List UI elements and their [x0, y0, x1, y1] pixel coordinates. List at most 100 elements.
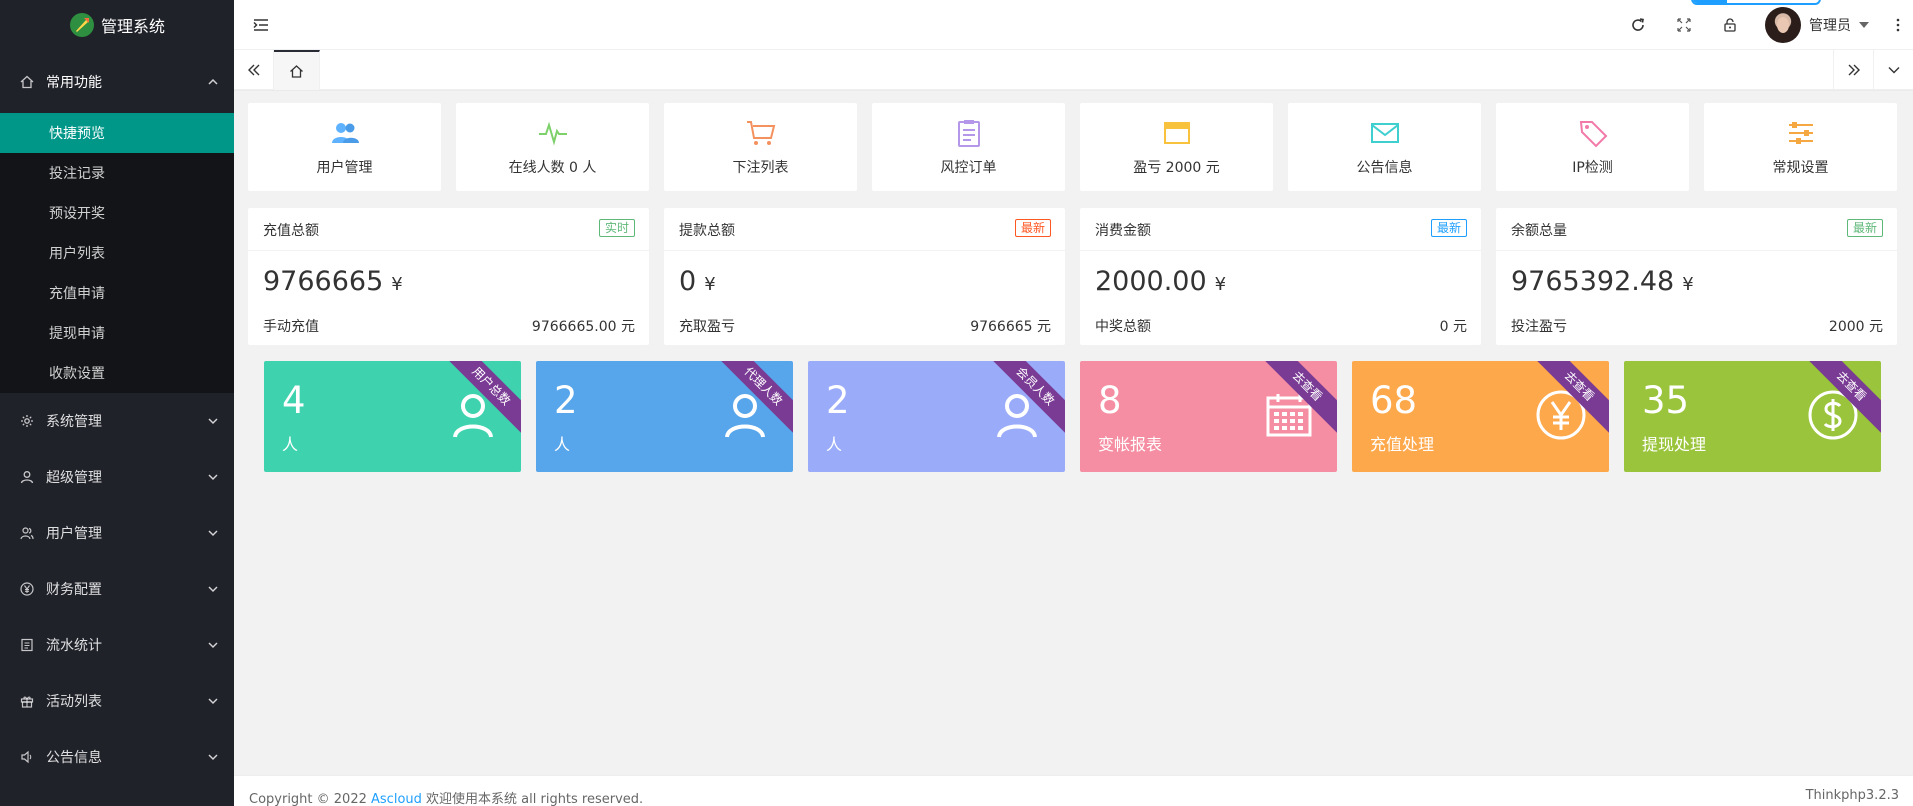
sidebar-item-recharge-requests[interactable]: 充值申请 [0, 273, 234, 313]
sidebar-item-payment-settings[interactable]: 收款设置 [0, 353, 234, 393]
brand-link[interactable]: Ascloud [371, 792, 422, 806]
stat-value-number: 9766665 [263, 266, 384, 297]
card-member-count[interactable]: 2 人 会员人数 [808, 361, 1065, 472]
sidebar: 管理系统 常用功能 快捷预览 投注记录 预设开奖 用户列表 充值申请 提现申请 … [0, 0, 234, 806]
stat-foot-value: 2000 元 [1828, 319, 1883, 335]
user-icon [20, 470, 34, 484]
card-label: 人 [554, 435, 571, 454]
shortcut-online-users[interactable]: 在线人数 0 人 [456, 103, 649, 191]
currency-unit: ¥ [1214, 274, 1227, 295]
divider [1496, 250, 1897, 251]
list-icon [20, 638, 34, 652]
menu-toggle-icon[interactable] [252, 16, 270, 34]
nav-group-flow-stats[interactable]: 流水统计 [0, 617, 234, 673]
status-badge: 最新 [1430, 219, 1467, 237]
cart-icon [746, 121, 775, 145]
shortcut-announcements[interactable]: 公告信息 [1288, 103, 1481, 191]
chevron-down-icon [208, 752, 218, 762]
card-withdraw-processing[interactable]: 35 提现处理 去查看 [1624, 361, 1881, 472]
chevron-down-icon [1888, 67, 1899, 74]
card-label: 提现处理 [1642, 435, 1707, 454]
gear-icon [20, 414, 34, 428]
nav-group-system[interactable]: 系统管理 [0, 393, 234, 449]
tabs-menu-button[interactable] [1873, 50, 1913, 90]
mail-icon [1370, 123, 1399, 143]
nav-group-activities[interactable]: 活动列表 [0, 673, 234, 729]
stat-value-number: 2000.00 [1095, 266, 1207, 297]
chevron-down-icon [208, 528, 218, 538]
nav-group-label: 公告信息 [46, 750, 102, 766]
shortcut-general-settings[interactable]: 常规设置 [1704, 103, 1897, 191]
card-label: 充值处理 [1370, 435, 1435, 454]
stat-card-withdraw-total: 提款总额 最新 0 ¥ 充取盈亏 9766665 元 [664, 208, 1065, 345]
avatar [1765, 7, 1801, 43]
card-account-changes[interactable]: 8 变帐报表 去查看 [1080, 361, 1337, 472]
stat-foot-label: 中奖总额 [1095, 319, 1151, 335]
chevron-up-icon [208, 77, 218, 87]
speaker-icon [20, 750, 34, 764]
more-icon [1896, 18, 1900, 32]
user-name: 管理员 [1809, 18, 1851, 34]
sidebar-item-bet-records[interactable]: 投注记录 [0, 153, 234, 193]
lock-button[interactable] [1707, 0, 1753, 50]
copyright-suffix: 欢迎使用本系统 all rights reserved. [426, 792, 644, 806]
shortcut-label: IP检测 [1572, 160, 1613, 176]
main-content: 用户管理 在线人数 0 人 下注列表 风控订单 盈亏 2000 元 公告信息 I… [234, 91, 1913, 775]
summary-card-row: 4 人 用户总数 2 人 代理人数 2 人 会员人数 8 变帐报表 去查看 68… [264, 361, 1881, 472]
stat-foot-value: 0 元 [1439, 319, 1467, 335]
logo-text: 管理系统 [100, 17, 165, 36]
home-icon [290, 64, 303, 78]
tab-home[interactable] [274, 50, 320, 90]
double-chevron-right-icon [1848, 64, 1860, 76]
card-value: 2 [554, 379, 578, 422]
sidebar-item-user-list[interactable]: 用户列表 [0, 233, 234, 273]
shortcut-profit-loss[interactable]: 盈亏 2000 元 [1080, 103, 1273, 191]
card-agent-count[interactable]: 2 人 代理人数 [536, 361, 793, 472]
nav-group-label: 常用功能 [46, 74, 102, 91]
card-label: 人 [826, 435, 843, 454]
chevron-down-icon [208, 640, 218, 650]
sidebar-item-preset-draw[interactable]: 预设开奖 [0, 193, 234, 233]
tabs-scroll-left-button[interactable] [234, 50, 274, 90]
stat-title: 消费金额 [1095, 223, 1151, 239]
card-recharge-processing[interactable]: 68 充值处理 去查看 [1352, 361, 1609, 472]
sidebar-item-quick-preview[interactable]: 快捷预览 [0, 113, 234, 153]
shortcut-user-management[interactable]: 用户管理 [248, 103, 441, 191]
refresh-icon [1632, 18, 1644, 31]
stat-value: 2000.00 ¥ [1095, 266, 1226, 297]
nav-group-finance[interactable]: 财务配置 [0, 561, 234, 617]
currency-unit: ¥ [1682, 274, 1694, 295]
fullscreen-icon [1677, 18, 1691, 32]
status-badge: 最新 [1846, 219, 1883, 237]
user-menu[interactable]: 管理员 [1753, 0, 1883, 50]
nav-group-common[interactable]: 常用功能 [0, 50, 234, 113]
currency-unit: ¥ [391, 274, 403, 295]
nav-group-label: 财务配置 [46, 582, 102, 598]
users-icon [331, 123, 359, 143]
nav-group-users[interactable]: 用户管理 [0, 505, 234, 561]
refresh-button[interactable] [1615, 0, 1661, 50]
shortcut-ip-check[interactable]: IP检测 [1496, 103, 1689, 191]
shortcut-label: 公告信息 [1356, 160, 1413, 176]
stat-foot-value: 9766665.00 元 [531, 319, 635, 335]
gift-icon [20, 694, 34, 708]
footer: Copyright © 2022 Ascloud 欢迎使用本系统 all rig… [234, 775, 1913, 806]
sidebar-item-withdraw-requests[interactable]: 提现申请 [0, 313, 234, 353]
nav-group-label: 流水统计 [46, 638, 102, 654]
stat-title: 提款总额 [679, 223, 735, 239]
shortcut-risk-orders[interactable]: 风控订单 [872, 103, 1065, 191]
logo[interactable]: 管理系统 [0, 0, 234, 50]
nav-group-announcements[interactable]: 公告信息 [0, 729, 234, 785]
divider [664, 250, 1065, 251]
fullscreen-button[interactable] [1661, 0, 1707, 50]
stat-card-balance-total: 余额总量 最新 9765392.48 ¥ 投注盈亏 2000 元 [1496, 208, 1897, 345]
status-badge: 实时 [598, 219, 635, 237]
copyright: Copyright © 2022 Ascloud 欢迎使用本系统 all rig… [249, 788, 643, 806]
tabs-scroll-right-button[interactable] [1833, 50, 1873, 90]
more-button[interactable] [1883, 0, 1913, 50]
shortcut-bet-list[interactable]: 下注列表 [664, 103, 857, 191]
nav-group-super[interactable]: 超级管理 [0, 449, 234, 505]
stat-title: 余额总量 [1511, 223, 1567, 239]
tag-icon [1579, 121, 1607, 148]
card-total-users[interactable]: 4 人 用户总数 [264, 361, 521, 472]
